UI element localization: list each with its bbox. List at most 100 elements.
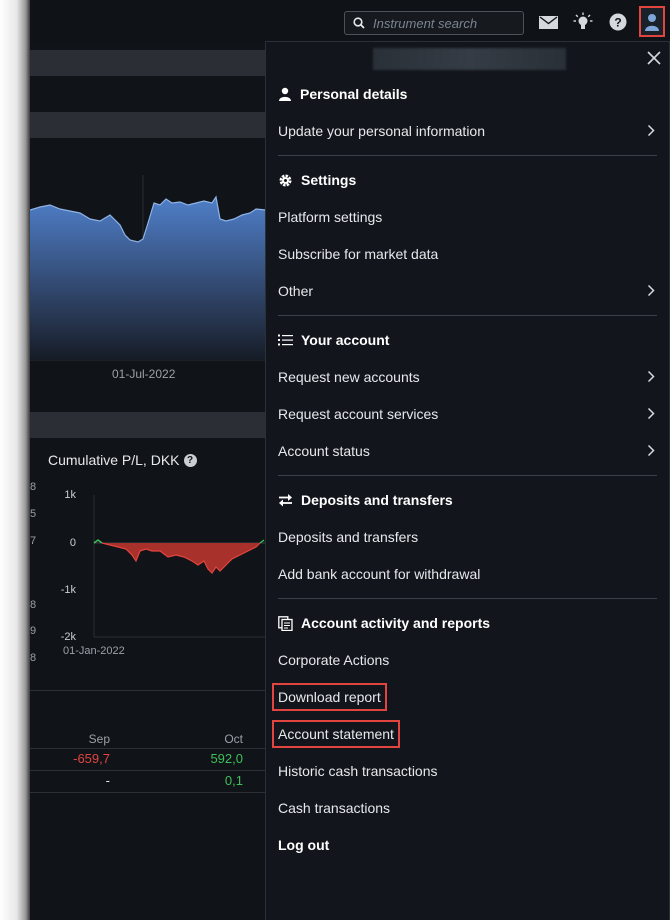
pl-negative-area bbox=[102, 543, 260, 573]
table-divider bbox=[30, 770, 266, 771]
table-header-oct: Oct bbox=[224, 732, 243, 746]
transfer-icon bbox=[279, 494, 292, 507]
section-settings: Settings bbox=[266, 162, 669, 198]
menu-item-historic-cash-transactions[interactable]: Historic cash transactions bbox=[266, 752, 669, 789]
section-header-bar bbox=[30, 112, 266, 138]
menu-item-label: Other bbox=[278, 282, 314, 299]
menu-item-cash-transactions[interactable]: Cash transactions bbox=[266, 789, 669, 826]
pl-y-label: -2k bbox=[60, 631, 76, 643]
chevron-right-icon bbox=[647, 284, 655, 297]
section-deposits-transfers: Deposits and transfers bbox=[266, 482, 669, 518]
pl-y-label: -1k bbox=[60, 584, 76, 596]
gear-icon bbox=[279, 174, 292, 186]
cut-off-value: 9 bbox=[30, 625, 37, 637]
cut-off-value: 8 bbox=[30, 481, 37, 493]
instrument-search[interactable] bbox=[344, 11, 524, 35]
pl-title-text: Cumulative P/L, DKK bbox=[48, 452, 180, 468]
cut-off-value: 8 bbox=[30, 599, 37, 611]
menu-item-label: Cash transactions bbox=[278, 799, 391, 816]
menu-divider bbox=[278, 475, 657, 476]
account-menu: Personal details Update your personal in… bbox=[265, 41, 670, 920]
table-divider bbox=[30, 690, 266, 691]
search-input[interactable] bbox=[371, 14, 515, 32]
chevron-right-icon bbox=[647, 370, 655, 383]
menu-item-label: Download report bbox=[272, 682, 387, 711]
menu-item-label: Request account services bbox=[278, 405, 439, 422]
logout-button[interactable]: Log out bbox=[266, 826, 669, 863]
menu-item-corporate-actions[interactable]: Corporate Actions bbox=[266, 641, 669, 678]
reports-icon bbox=[278, 615, 293, 631]
menu-item-label: Request new accounts bbox=[278, 368, 420, 385]
search-icon bbox=[353, 17, 365, 29]
trading-app: ? 01-Jul-2022 Cumulative P/L, DKK ? 1 bbox=[30, 0, 670, 920]
menu-item-label: Log out bbox=[278, 836, 330, 853]
account-name-redacted bbox=[373, 48, 566, 70]
performance-area-chart bbox=[30, 175, 266, 361]
menu-item-label: Subscribe for market data bbox=[278, 245, 439, 262]
left-page-shadow bbox=[0, 0, 30, 920]
chevron-right-icon bbox=[647, 407, 655, 420]
user-icon bbox=[645, 13, 659, 31]
menu-divider bbox=[278, 598, 657, 599]
top-bar: ? bbox=[30, 0, 670, 44]
menu-item-deposits-transfers[interactable]: Deposits and transfers bbox=[266, 518, 669, 555]
table-cell: - bbox=[105, 773, 110, 788]
section-header-bar bbox=[30, 50, 266, 76]
section-title-text: Your account bbox=[301, 332, 390, 348]
section-title-text: Settings bbox=[301, 172, 357, 188]
cumulative-pl-title: Cumulative P/L, DKK ? bbox=[48, 452, 197, 468]
pl-area-chart bbox=[93, 495, 266, 638]
menu-item-account-statement[interactable]: Account statement bbox=[266, 715, 669, 752]
section-personal-details: Personal details bbox=[266, 76, 669, 112]
table-divider bbox=[30, 748, 266, 749]
close-icon[interactable] bbox=[647, 51, 661, 65]
menu-header bbox=[266, 42, 669, 76]
menu-item-label: Add bank account for withdrawal bbox=[278, 565, 481, 582]
menu-item-update-personal-info[interactable]: Update your personal information bbox=[266, 112, 669, 149]
help-icon[interactable]: ? bbox=[183, 453, 197, 467]
table-header-sep: Sep bbox=[88, 732, 110, 746]
menu-item-subscribe-market-data[interactable]: Subscribe for market data bbox=[266, 235, 669, 272]
menu-item-label: Account statement bbox=[272, 719, 400, 748]
person-icon bbox=[279, 87, 291, 101]
section-title-text: Deposits and transfers bbox=[301, 492, 453, 508]
menu-item-label: Corporate Actions bbox=[278, 651, 390, 668]
mail-icon[interactable] bbox=[539, 16, 558, 29]
pl-x-tick-label: 01-Jan-2022 bbox=[63, 645, 125, 657]
menu-item-label: Deposits and transfers bbox=[278, 528, 419, 545]
chevron-right-icon bbox=[647, 124, 655, 137]
section-your-account: Your account bbox=[266, 322, 669, 358]
svg-text:?: ? bbox=[614, 16, 621, 30]
chart-x-tick-label: 01-Jul-2022 bbox=[112, 367, 176, 381]
section-title-text: Personal details bbox=[300, 86, 408, 102]
table-divider bbox=[30, 792, 266, 793]
section-header-bar bbox=[30, 412, 266, 438]
table-cell: 0,1 bbox=[224, 773, 243, 788]
section-title-text: Account activity and reports bbox=[301, 615, 491, 631]
menu-item-request-new-accounts[interactable]: Request new accounts bbox=[266, 358, 669, 395]
menu-item-request-account-services[interactable]: Request account services bbox=[266, 395, 669, 432]
list-icon bbox=[278, 334, 293, 346]
menu-item-label: Historic cash transactions bbox=[278, 762, 438, 779]
cut-off-value: 7 bbox=[30, 535, 37, 547]
pl-y-label: 0 bbox=[69, 537, 76, 549]
cut-off-value: 8 bbox=[30, 652, 37, 664]
user-menu-button[interactable] bbox=[639, 6, 665, 37]
menu-divider bbox=[278, 315, 657, 316]
table-cell: 592,0 bbox=[210, 751, 243, 766]
menu-item-label: Account status bbox=[278, 442, 370, 459]
lightbulb-icon[interactable] bbox=[573, 12, 593, 32]
menu-item-download-report[interactable]: Download report bbox=[266, 678, 669, 715]
pl-y-label: 1k bbox=[64, 489, 76, 501]
section-account-activity: Account activity and reports bbox=[266, 605, 669, 641]
help-icon[interactable]: ? bbox=[609, 13, 627, 31]
table-cell: -659,7 bbox=[73, 751, 110, 766]
menu-item-label: Update your personal information bbox=[278, 122, 486, 139]
menu-item-add-bank-account[interactable]: Add bank account for withdrawal bbox=[266, 555, 669, 592]
menu-divider bbox=[278, 155, 657, 156]
menu-item-other[interactable]: Other bbox=[266, 272, 669, 309]
chevron-right-icon bbox=[647, 444, 655, 457]
menu-item-platform-settings[interactable]: Platform settings bbox=[266, 198, 669, 235]
cut-off-value: 5 bbox=[30, 508, 37, 520]
menu-item-account-status[interactable]: Account status bbox=[266, 432, 669, 469]
